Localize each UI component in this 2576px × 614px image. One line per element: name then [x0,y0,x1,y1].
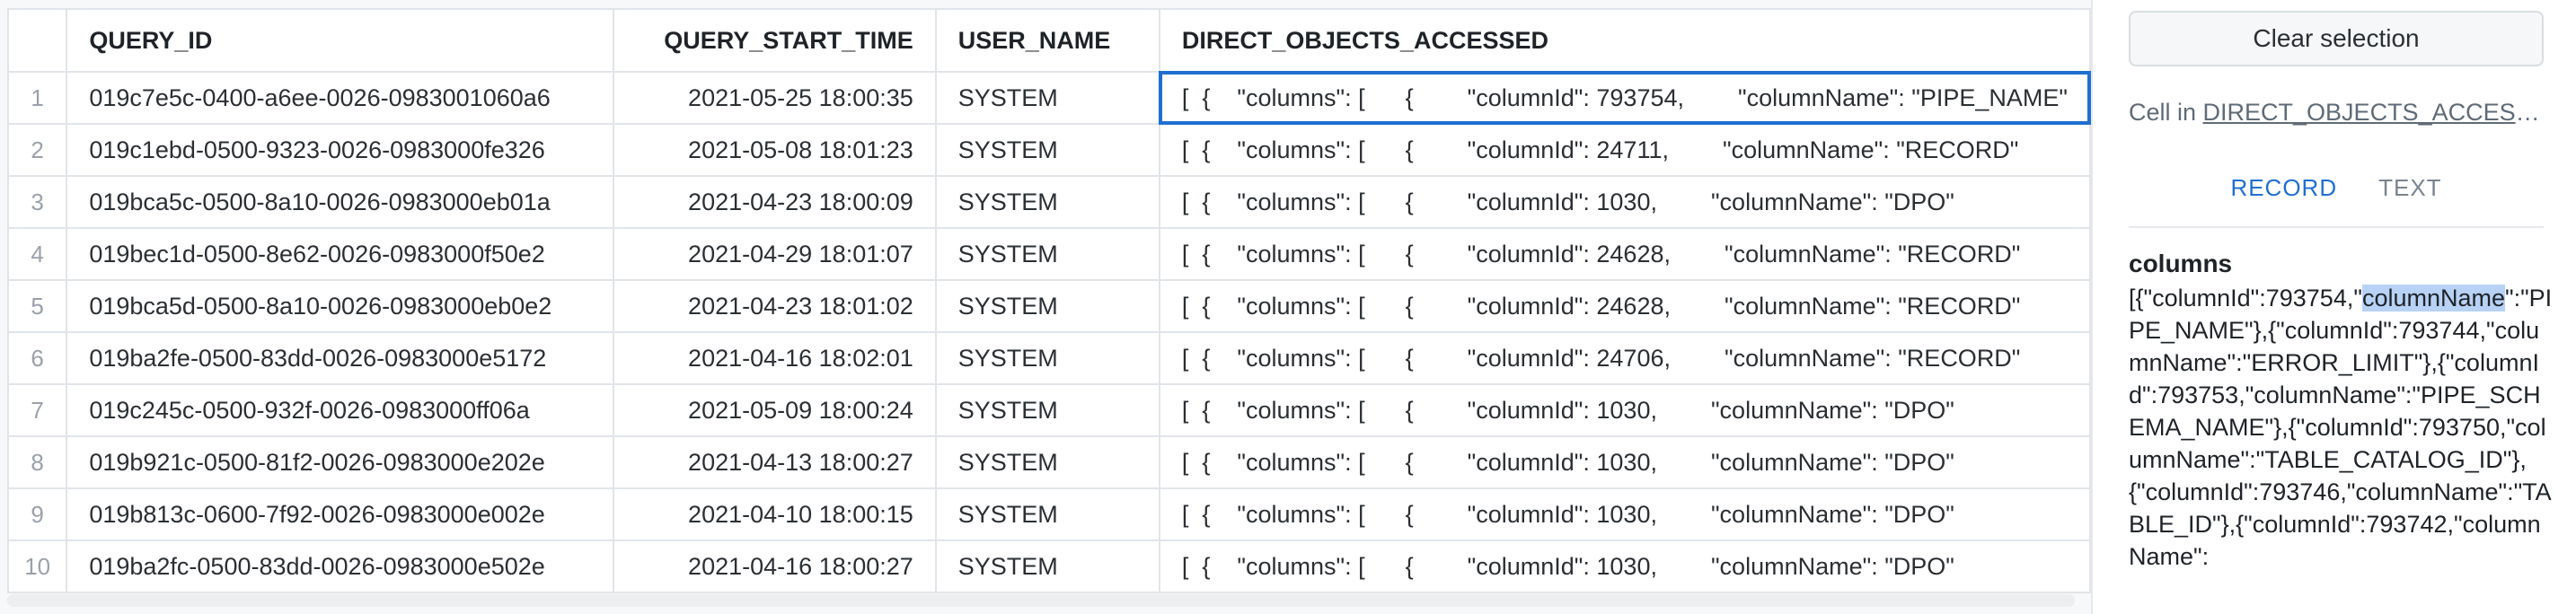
row-number-cell: 4 [6,227,68,281]
user-name-cell[interactable]: SYSTEM [934,227,1160,281]
header-rownum [6,8,68,73]
table-row[interactable]: 2 019c1ebd-0500-9323-0026-0983000fe326 202… [6,123,2092,177]
direct-objects-accessed-cell[interactable]: [ { "columns": [ { "columnId": 1030, "co… [1158,487,2092,541]
grid-header-row: QUERY_ID QUERY_START_TIME USER_NAME DIRE… [6,8,2092,73]
row-number-cell: 2 [6,123,68,177]
query-start-time-cell[interactable]: 2021-04-16 18:00:27 [613,539,937,593]
user-name-cell[interactable]: SYSTEM [934,123,1160,177]
query-id-cell[interactable]: 019c245c-0500-932f-0026-0983000ff06a [66,383,615,437]
direct-objects-accessed-cell[interactable]: [ { "columns": [ { "columnId": 793754, "… [1158,71,2092,125]
clear-selection-button[interactable]: Clear selection [2129,11,2544,66]
app-window: QUERY_ID QUERY_START_TIME USER_NAME DIRE… [0,0,2576,614]
header-query-id[interactable]: QUERY_ID [66,8,615,73]
query-start-time-cell[interactable]: 2021-04-16 18:02:01 [613,331,937,385]
query-id-cell[interactable]: 019b921c-0500-81f2-0026-0983000e202e [66,435,615,489]
header-direct-objects-accessed[interactable]: DIRECT_OBJECTS_ACCESSED [1158,8,2092,73]
query-id-cell[interactable]: 019ba2fc-0500-83dd-0026-0983000e502e [66,539,615,593]
user-name-cell[interactable]: SYSTEM [934,539,1160,593]
user-name-cell[interactable]: SYSTEM [934,435,1160,489]
record-field-value[interactable]: [{"columnId":793754,"columnName":"PIPE_N… [2129,282,2553,573]
query-start-time-cell[interactable]: 2021-04-10 18:00:15 [613,487,937,541]
record-view: columns [{"columnId":793754,"columnName"… [2129,250,2553,573]
direct-objects-accessed-cell[interactable]: [ { "columns": [ { "columnId": 24628, "c… [1158,279,2092,333]
query-start-time-cell[interactable]: 2021-04-23 18:00:09 [613,175,937,229]
table-row[interactable]: 10 019ba2fc-0500-83dd-0026-0983000e502e 20… [6,539,2092,593]
direct-objects-accessed-cell[interactable]: [ { "columns": [ { "columnId": 24706, "c… [1158,331,2092,385]
tab-record[interactable]: RECORD [2230,171,2337,226]
results-grid: QUERY_ID QUERY_START_TIME USER_NAME DIRE… [6,8,2092,593]
query-start-time-cell[interactable]: 2021-05-25 18:00:35 [613,71,937,125]
record-value-highlight: columnName [2361,285,2505,311]
row-number-cell: 7 [6,383,68,437]
row-number-cell: 8 [6,435,68,489]
query-start-time-cell[interactable]: 2021-04-23 18:01:02 [613,279,937,333]
user-name-cell[interactable]: SYSTEM [934,331,1160,385]
query-id-cell[interactable]: 019bec1d-0500-8e62-0026-0983000f50e2 [66,227,615,281]
record-field-name: columns [2129,250,2233,277]
cell-column-link[interactable]: DIRECT_OBJECTS_ACCESSED [2203,99,2551,126]
table-row[interactable]: 6 019ba2fe-0500-83dd-0026-0983000e5172 202… [6,331,2092,385]
user-name-cell[interactable]: SYSTEM [934,383,1160,437]
direct-objects-accessed-cell[interactable]: [ { "columns": [ { "columnId": 24628, "c… [1158,227,2092,281]
tab-text[interactable]: TEXT [2378,171,2441,226]
direct-objects-accessed-cell[interactable]: [ { "columns": [ { "columnId": 1030, "co… [1158,383,2092,437]
query-id-cell[interactable]: 019bca5c-0500-8a10-0026-0983000eb01a [66,175,615,229]
row-number-cell: 10 [6,539,68,593]
query-start-time-cell[interactable]: 2021-05-08 18:01:23 [613,123,937,177]
header-query-start-time[interactable]: QUERY_START_TIME [613,8,937,73]
user-name-cell[interactable]: SYSTEM [934,71,1160,125]
row-number-cell: 3 [6,175,68,229]
table-row[interactable]: 3 019bca5c-0500-8a10-0026-0983000eb01a 202… [6,175,2092,229]
query-id-cell[interactable]: 019bca5d-0500-8a10-0026-0983000eb0e2 [66,279,615,333]
direct-objects-accessed-cell[interactable]: [ { "columns": [ { "columnId": 24711, "c… [1158,123,2092,177]
direct-objects-accessed-cell[interactable]: [ { "columns": [ { "columnId": 1030, "co… [1158,539,2092,593]
row-number-cell: 1 [6,71,68,125]
table-row[interactable]: 1 019c7e5c-0400-a6ee-0026-0983001060a6 202… [6,71,2092,125]
table-row[interactable]: 7 019c245c-0500-932f-0026-0983000ff06a 202… [6,383,2092,437]
direct-objects-accessed-cell[interactable]: [ { "columns": [ { "columnId": 1030, "co… [1158,175,2092,229]
table-row[interactable]: 9 019b813c-0600-7f92-0026-0983000e002e 202… [6,487,2092,541]
horizontal-scrollbar[interactable] [7,594,2075,607]
row-number-cell: 6 [6,331,68,385]
header-user-name[interactable]: USER_NAME [934,8,1160,73]
row-number-cell: 9 [6,487,68,541]
results-grid-area: QUERY_ID QUERY_START_TIME USER_NAME DIRE… [0,0,2092,614]
user-name-cell[interactable]: SYSTEM [934,279,1160,333]
user-name-cell[interactable]: SYSTEM [934,175,1160,229]
view-mode-tabs: RECORD TEXT [2129,171,2544,228]
row-number-cell: 5 [6,279,68,333]
direct-objects-accessed-cell[interactable]: [ { "columns": [ { "columnId": 1030, "co… [1158,435,2092,489]
table-row[interactable]: 5 019bca5d-0500-8a10-0026-0983000eb0e2 202… [6,279,2092,333]
table-row[interactable]: 4 019bec1d-0500-8e62-0026-0983000f50e2 202… [6,227,2092,281]
query-id-cell[interactable]: 019b813c-0600-7f92-0026-0983000e002e [66,487,615,541]
cell-location-prefix: Cell in [2129,99,2203,126]
query-start-time-cell[interactable]: 2021-04-29 18:01:07 [613,227,937,281]
query-id-cell[interactable]: 019ba2fe-0500-83dd-0026-0983000e5172 [66,331,615,385]
query-start-time-cell[interactable]: 2021-05-09 18:00:24 [613,383,937,437]
record-value-after: ":"PIPE_NAME"},{"columnId":793744,"colum… [2129,285,2553,570]
cell-location-info: Cell in DIRECT_OBJECTS_ACCESSED [2129,99,2551,127]
table-row[interactable]: 8 019b921c-0500-81f2-0026-0983000e202e 202… [6,435,2092,489]
query-start-time-cell[interactable]: 2021-04-13 18:00:27 [613,435,937,489]
record-value-before: [{"columnId":793754," [2129,285,2362,311]
user-name-cell[interactable]: SYSTEM [934,487,1160,541]
cell-detail-panel: Clear selection Cell in DIRECT_OBJECTS_A… [2091,0,2576,614]
query-id-cell[interactable]: 019c1ebd-0500-9323-0026-0983000fe326 [66,123,615,177]
grid-body: 1 019c7e5c-0400-a6ee-0026-0983001060a6 202… [6,71,2092,593]
query-id-cell[interactable]: 019c7e5c-0400-a6ee-0026-0983001060a6 [66,71,615,125]
